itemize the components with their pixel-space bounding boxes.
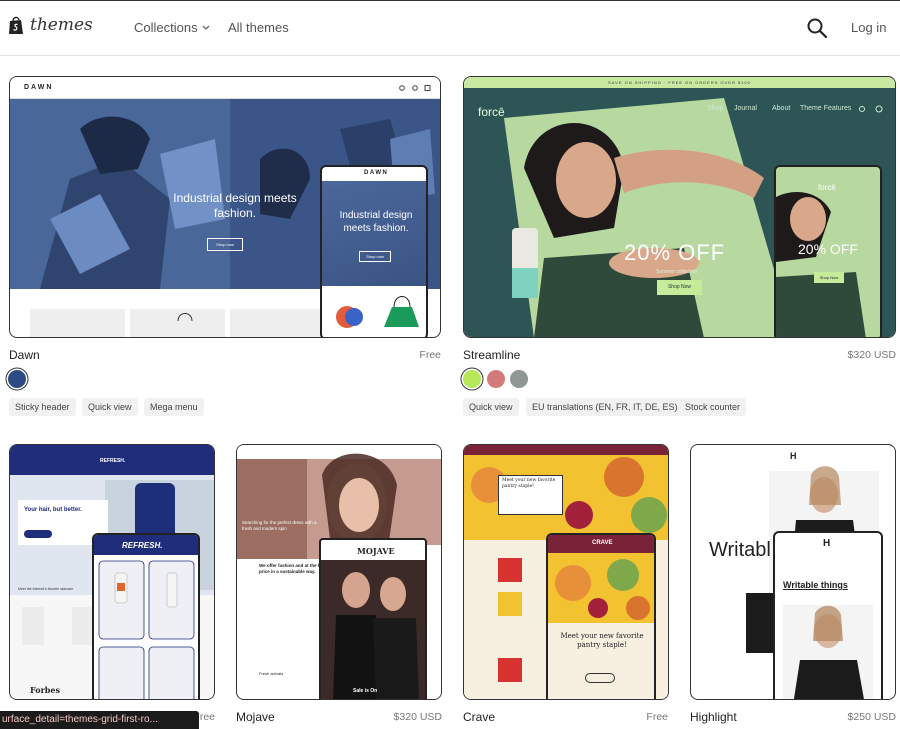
- logo-text: themes: [30, 15, 93, 35]
- dawn-mobile-button: Shop now: [359, 251, 391, 262]
- refresh-preview-caption: Meet the internet's favorite skincare: [18, 587, 74, 591]
- mojave-mobile-logo: MOJAVE: [357, 546, 395, 556]
- highlight-preview-big: Writabl: [709, 539, 771, 561]
- refresh-preview-headline: Your hair, but better.: [24, 507, 82, 513]
- theme-name-highlight[interactable]: Highlight: [690, 710, 737, 724]
- streamline-mobile-button: Shop Now: [814, 272, 844, 283]
- tag-sticky-header[interactable]: Sticky header: [9, 398, 76, 416]
- streamline-preview-button: Shop Now: [657, 280, 702, 295]
- dawn-theme-preview[interactable]: DAWN Industrial design meets fashion. Sh…: [9, 76, 441, 338]
- streamline-theme-preview[interactable]: SAVE ON SHIPPING · FREE ON ORDERS OVER $…: [463, 76, 896, 338]
- mojave-mobile-art: [321, 560, 425, 699]
- streamline-mobile-logo: forcē: [818, 183, 836, 192]
- mojave-mobile-sale: Sale is On: [353, 688, 378, 694]
- tag-quick-view[interactable]: Quick view: [82, 398, 138, 416]
- streamline-preview-logo: forcē: [478, 105, 505, 119]
- chevron-down-icon: [202, 25, 210, 30]
- dawn-preview-nav: DAWN: [10, 77, 440, 99]
- crave-mobile-headline: Meet your new favorite pantry staple!: [560, 632, 644, 649]
- site-header: themes Collections All themes Log in: [0, 1, 900, 56]
- theme-name-crave[interactable]: Crave: [463, 710, 495, 724]
- refresh-preview-logo: REFRESH.: [100, 458, 126, 464]
- highlight-mobile-headline: Writable things: [783, 580, 848, 590]
- crave-mobile-logo: CRAVE: [592, 540, 613, 546]
- theme-price-highlight: $250 USD: [847, 711, 896, 723]
- crave-mobile-button: [585, 673, 615, 683]
- nav-collections[interactable]: Collections: [134, 20, 210, 35]
- nav-collections-label: Collections: [134, 20, 198, 35]
- nav-all-themes[interactable]: All themes: [228, 20, 289, 35]
- mojave-preview-mobile: MOJAVE Sale is On: [319, 538, 427, 699]
- search-icon[interactable]: [806, 17, 828, 39]
- theme-name-dawn[interactable]: Dawn: [9, 348, 40, 362]
- highlight-mobile-model: [783, 605, 873, 699]
- crave-mobile-food: [548, 553, 654, 623]
- dawn-mobile-products: [336, 296, 419, 328]
- swatch-streamline-grey[interactable]: [510, 370, 528, 388]
- mojave-theme-preview[interactable]: Searching for the perfect dress with a f…: [236, 444, 442, 700]
- swatch-streamline-pink[interactable]: [487, 370, 505, 388]
- refresh-theme-preview[interactable]: REFRESH. Your hair, but better. Meet the…: [9, 444, 215, 700]
- mojave-preview-section: Fresh arrivals: [259, 671, 284, 676]
- mojave-preview-headline: Searching for the perfect dress with a f…: [242, 520, 317, 531]
- refresh-mobile-products: [98, 560, 195, 699]
- crave-preview-mobile: CRAVE Meet your new favorite pantry stap…: [546, 533, 656, 699]
- highlight-mobile-logo: H: [823, 538, 831, 549]
- tag-quick-view[interactable]: Quick view: [463, 398, 519, 416]
- login-link[interactable]: Log in: [851, 20, 886, 35]
- theme-price-streamline: $320 USD: [847, 349, 896, 361]
- streamline-menu-journal: Journal: [734, 105, 757, 112]
- shopify-bag-icon: [9, 16, 23, 34]
- dawn-preview-mobile: DAWN Industrial design meets fashion. Sh…: [320, 165, 428, 337]
- streamline-preview-subline: Summer collection: [656, 269, 698, 275]
- dawn-preview-headline: Industrial design meets fashion.: [173, 191, 297, 220]
- nav-icons: [399, 85, 431, 91]
- streamline-preview-mobile: forcē 20% OFF Shop Now: [774, 165, 882, 337]
- refresh-preview-brand: Forbes: [30, 685, 60, 695]
- account-search-icons: [859, 105, 883, 113]
- streamline-mobile-headline: 20% OFF: [798, 241, 858, 257]
- shopify-themes-logo[interactable]: themes: [8, 15, 93, 35]
- dawn-mobile-logo: DAWN: [364, 170, 389, 176]
- refresh-preview-mobile: REFRESH.: [92, 533, 200, 699]
- streamline-preview-banner: SAVE ON SHIPPING · FREE ON ORDERS OVER $…: [464, 77, 895, 88]
- tag-eu-translations[interactable]: EU translations (EN, FR, IT, DE, ES): [526, 398, 684, 416]
- theme-price-dawn: Free: [419, 349, 441, 361]
- theme-name-streamline[interactable]: Streamline: [463, 348, 520, 362]
- theme-name-mojave[interactable]: Mojave: [236, 710, 275, 724]
- streamline-menu-shop: Shop: [707, 105, 724, 112]
- highlight-theme-preview[interactable]: H Writabl H Writable things: [690, 444, 896, 700]
- crave-preview-headline: Meet your new favorite pantry staple!: [502, 478, 556, 489]
- tag-stock-counter[interactable]: Stock counter: [679, 398, 747, 416]
- streamline-menu-about: About: [772, 105, 791, 112]
- swatch-streamline-green[interactable]: [463, 370, 481, 388]
- dawn-mobile-hero: Industrial design meets fashion. Shop no…: [322, 181, 426, 286]
- dawn-preview-logo: DAWN: [24, 84, 54, 91]
- theme-price-crave: Free: [646, 711, 668, 723]
- dawn-preview-button: Shop now: [207, 238, 243, 251]
- dawn-mobile-headline: Industrial design meets fashion.: [339, 210, 413, 234]
- streamline-menu-features: Theme Features: [800, 105, 852, 112]
- theme-price-mojave: $320 USD: [393, 711, 442, 723]
- crave-theme-preview[interactable]: Meet your new favorite pantry staple! CR…: [463, 444, 669, 700]
- highlight-preview-mobile: H Writable things: [773, 531, 883, 699]
- browser-status-url: urface_detail=themes-grid-first-ro...: [0, 711, 199, 729]
- refresh-mobile-logo: REFRESH.: [122, 541, 163, 550]
- swatch-dawn-blue[interactable]: [8, 370, 26, 388]
- streamline-preview-headline: 20% OFF: [624, 240, 726, 265]
- dawn-preview-products: [30, 309, 325, 337]
- tag-mega-menu[interactable]: Mega menu: [144, 398, 204, 416]
